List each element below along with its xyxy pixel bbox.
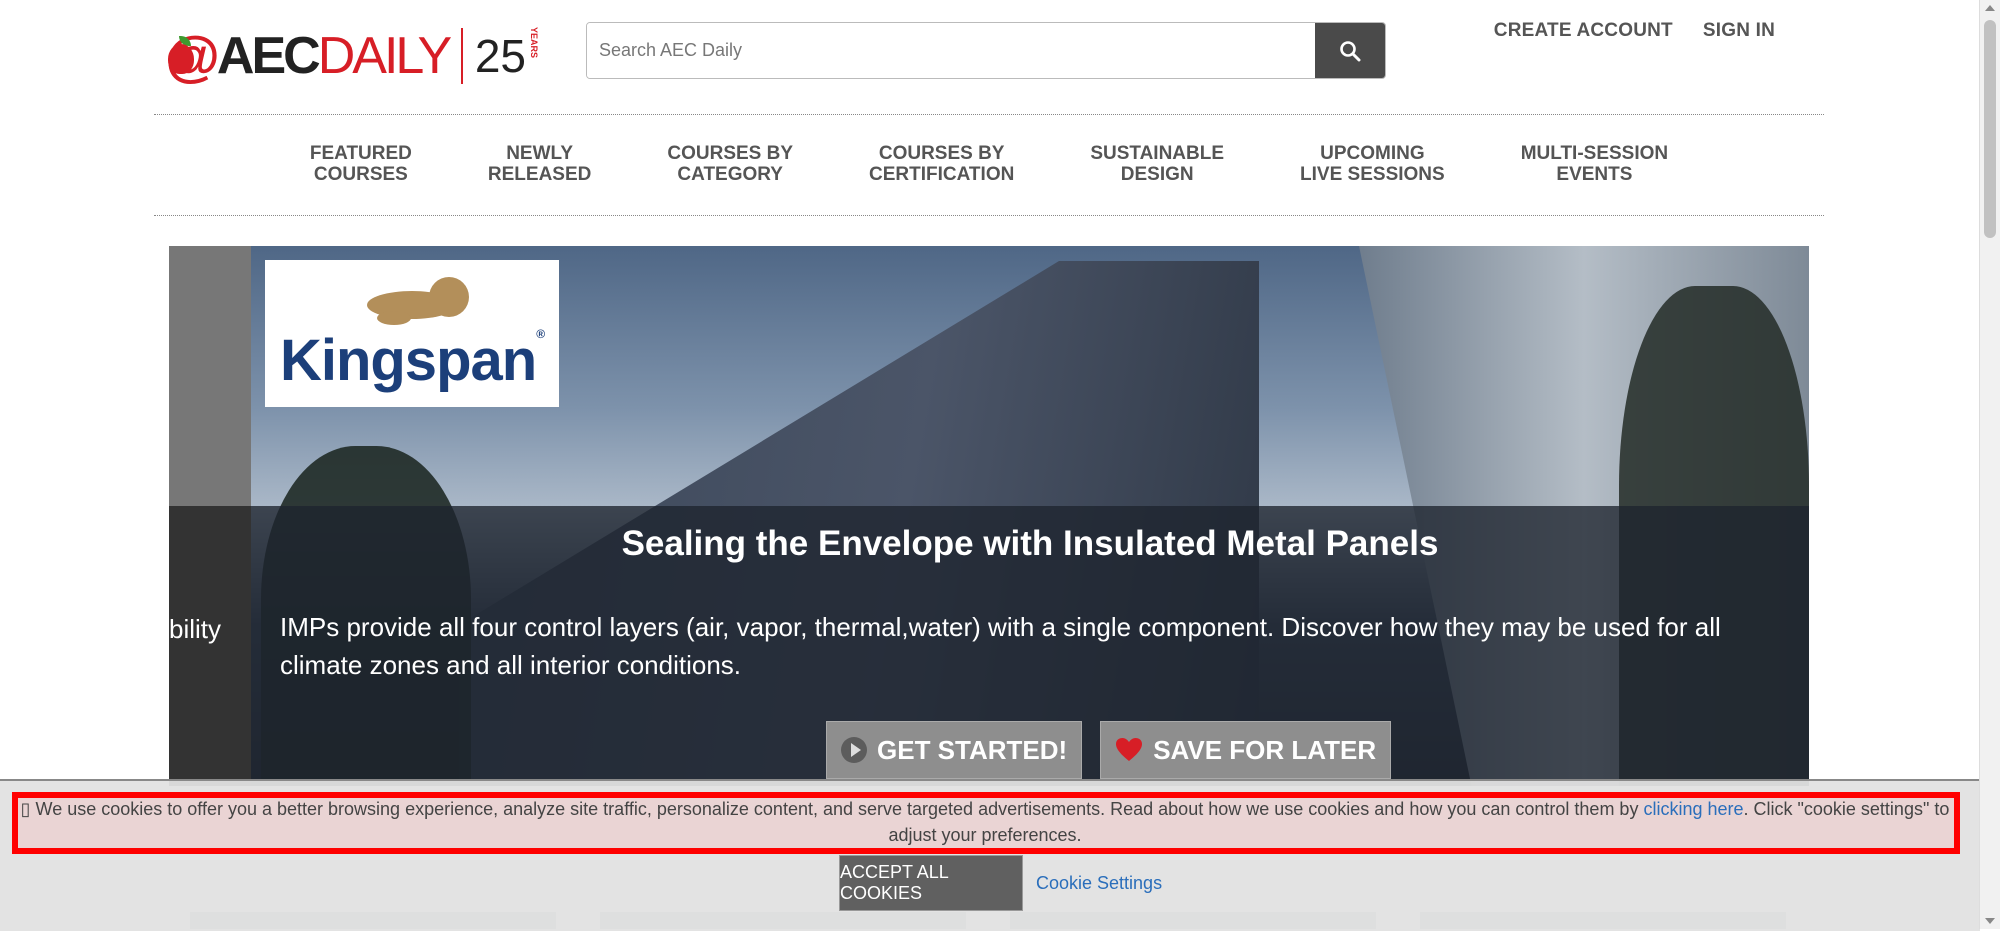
nav-newly-released[interactable]: NEWLY RELEASED: [450, 143, 629, 185]
kingspan-name: Kingspan: [279, 328, 537, 393]
previous-slide-peek[interactable]: bility: [169, 246, 251, 786]
nav-courses-by-category[interactable]: COURSES BY CATEGORY: [629, 143, 831, 185]
anniversary-badge: 25 YEARS: [474, 27, 539, 82]
nav-multi-session-events[interactable]: MULTI-SESSION EVENTS: [1483, 143, 1706, 185]
account-nav: CREATE ACCOUNT SIGN IN: [1494, 20, 1775, 42]
cookie-icon: ▯: [20, 799, 36, 819]
scrollbar-thumb[interactable]: [1984, 20, 1996, 238]
apple-icon: [166, 36, 194, 76]
page-scrollbar[interactable]: [1979, 0, 2000, 929]
sign-in-link[interactable]: SIGN IN: [1703, 20, 1775, 42]
search-button[interactable]: [1315, 23, 1385, 78]
hero-actions: GET STARTED! SAVE FOR LATER: [826, 721, 1392, 779]
scroll-up-icon[interactable]: [1985, 5, 1995, 11]
kingspan-logo: Kingspan®: [265, 260, 559, 407]
create-account-link[interactable]: CREATE ACCOUNT: [1494, 20, 1673, 42]
accept-all-cookies-button[interactable]: ACCEPT ALL COOKIES: [839, 855, 1023, 911]
cookie-banner: ▯ We use cookies to offer you a better b…: [0, 779, 1980, 931]
logo-daily: DAILY: [317, 27, 452, 85]
play-icon: [841, 737, 867, 763]
logo-divider: [461, 28, 463, 84]
nav-courses-by-certification[interactable]: COURSES BY CERTIFICATION: [831, 143, 1052, 185]
nav-divider: [154, 215, 1824, 216]
scroll-down-icon[interactable]: [1985, 918, 1995, 924]
main-nav: FEATURED COURSES NEWLY RELEASED COURSES BY…: [154, 114, 1824, 214]
hero-description: IMPs provide all four control layers (ai…: [280, 612, 1721, 680]
previous-slide-text: bility: [169, 614, 222, 644]
nav-upcoming-live-sessions[interactable]: UPCOMING LIVE SESSIONS: [1262, 143, 1483, 185]
site-header: @ AEC DAILY 25YEARS CREATE ACCOUNT SIGN …: [0, 0, 1980, 110]
nav-featured-courses[interactable]: FEATURED COURSES: [272, 143, 450, 185]
cookie-settings-link[interactable]: Cookie Settings: [1036, 873, 1162, 894]
nav-sustainable-design[interactable]: SUSTAINABLE DESIGN: [1052, 143, 1262, 185]
search-icon: [1340, 40, 1361, 61]
cookie-policy-link[interactable]: clicking here: [1643, 799, 1743, 819]
heart-icon: [1116, 738, 1143, 761]
anniversary-years: YEARS: [529, 27, 539, 59]
cookie-notice-text: ▯ We use cookies to offer you a better b…: [20, 799, 1950, 845]
save-for-later-button[interactable]: SAVE FOR LATER: [1100, 721, 1392, 779]
search-input[interactable]: [587, 23, 1315, 78]
get-started-button[interactable]: GET STARTED!: [826, 721, 1083, 779]
aecdaily-logo[interactable]: @ AEC DAILY 25YEARS: [165, 20, 539, 92]
hero-carousel[interactable]: bility Kingspan® Sealing the Envelope wi…: [169, 246, 1809, 786]
logo-aec: AEC: [216, 27, 321, 85]
lion-icon: [337, 273, 487, 333]
hero-title: Sealing the Envelope with Insulated Meta…: [621, 524, 1439, 563]
search-bar: [586, 22, 1386, 79]
